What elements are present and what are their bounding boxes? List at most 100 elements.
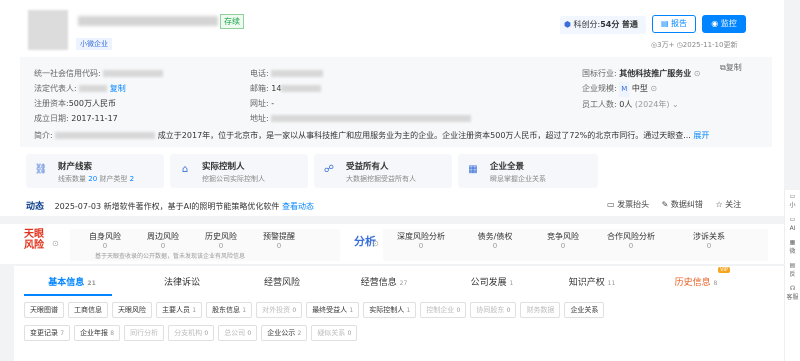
email-value[interactable] (281, 85, 322, 92)
nav-chip[interactable]: 控制企业 0 (420, 302, 467, 318)
credit-code-label: 统一社会信用代码: (34, 69, 101, 78)
chip-label: 工商信息 (74, 306, 102, 314)
nav-chip[interactable]: 企业公示 2 (261, 325, 308, 341)
tab-count: 27 (399, 280, 408, 287)
feature-card[interactable]: ▦ 企业全景 瞬息掌握企业关系 (458, 154, 598, 188)
feature-icon: ☍ (323, 164, 335, 175)
risk-item[interactable]: 历史风险 0 (194, 231, 248, 250)
feature-card[interactable]: ☍ 受益所有人 大数据挖掘受益所有人 (314, 154, 452, 188)
nav-chip[interactable]: 财务数据 (520, 302, 561, 318)
analysis-item[interactable]: 涉诉关系 0 (676, 231, 742, 250)
nav-chip[interactable]: 主要人员 1 (156, 302, 203, 318)
company-tag[interactable]: 小微企业 (76, 38, 112, 50)
nav-chip[interactable]: 协同股东 0 (470, 302, 517, 318)
risk-item[interactable]: 周边风险 0 (136, 231, 190, 250)
capital-value: 500万人民币 (68, 99, 116, 108)
tab[interactable]: 经营信息 27 (336, 275, 432, 288)
copy-all[interactable]: ⧉复制 (720, 62, 742, 73)
nav-chip[interactable]: 天眼风险 (112, 302, 152, 318)
follow-label: 关注 (725, 200, 742, 209)
nav-chip[interactable]: 对外投资 0 (256, 302, 303, 318)
nav-chip[interactable]: 最终受益人 1 (306, 302, 360, 318)
nav-chip[interactable]: 天眼图谱 (24, 302, 64, 318)
risk-item-value: 0 (218, 242, 224, 250)
nav-chip[interactable]: 工商信息 (68, 302, 108, 318)
follow-link[interactable]: ☆ 关注 (715, 200, 741, 209)
help-icon[interactable]: ⊙ (372, 239, 379, 248)
risk-brand-1: 天眼 (24, 229, 44, 240)
monitor-button[interactable]: ◉ 监控 (702, 15, 746, 33)
sidebar-icon[interactable]: ☊ (785, 284, 800, 293)
industry-value: 其他科技推广服务业 (619, 69, 692, 78)
intro-label: 简介: (34, 131, 53, 140)
sidebar-label: 小 (789, 202, 796, 209)
monitor-icon: ◉ (711, 19, 719, 28)
nav-chip[interactable]: 总公司 0 (218, 325, 258, 341)
feature-card[interactable]: ⌂ 实际控制人 挖掘公司实际控制人 (170, 154, 308, 188)
email-label: 邮箱: (250, 84, 269, 93)
tab-count: 21 (87, 280, 96, 287)
sidebar-icon[interactable]: ▭ (785, 192, 800, 201)
nav-chip[interactable]: 疑似关系 0 (311, 325, 358, 341)
score-box[interactable]: ⬢ 科创分:54分 普通 (560, 16, 646, 34)
tab[interactable]: 知识产权 11 (544, 275, 640, 288)
edit-icon: ✎ (661, 200, 669, 209)
copy-legal-rep[interactable]: 复制 (110, 84, 126, 93)
feature-card[interactable]: ⛓ 财产线索 线索数量 20 财产类型 2 (26, 154, 164, 188)
tab-bar: 基本信息 21 法律诉讼 经营风险 经营信息 27 公司发展 1 知识产权 11 历史信… (14, 266, 784, 296)
tab-label: 基本信息 (48, 278, 85, 288)
chip-label: 天眼图谱 (30, 306, 58, 314)
update-time: 2025-11-10更新 (682, 41, 738, 49)
tab[interactable]: 法律诉讼 (134, 275, 230, 288)
nav-chip[interactable]: 实际控制人 1 (363, 302, 417, 318)
chevron-down-icon[interactable]: ⌄ (672, 100, 679, 109)
sidebar-label: 反 (789, 271, 796, 278)
nav-chip[interactable]: 分支机构 0 (168, 325, 215, 341)
sidebar-label: AI (789, 225, 796, 232)
capital-label: 注册资本: (34, 99, 69, 108)
report-button[interactable]: ▤ 报告 (652, 15, 696, 33)
chip-count: 0 (506, 307, 511, 314)
correct-link[interactable]: ✎ 数据纠错 (662, 200, 703, 209)
nav-chip[interactable]: 企业年报 8 (74, 325, 121, 341)
expand-link[interactable]: 展开 (693, 131, 709, 140)
tab-label: 历史信息 (674, 278, 711, 288)
sidebar-icon[interactable]: ▤ (785, 261, 800, 270)
info-col1: 统一社会信用代码: 法定代表人: 复制 注册资本:500万人民币 成立日期: 2… (34, 66, 164, 126)
nav-chip[interactable]: 变更记录 7 (24, 325, 71, 341)
help-icon[interactable]: ⊙ (650, 84, 657, 93)
chip-label: 主要人员 (162, 306, 190, 314)
nav-chip[interactable]: 股东信息 1 (206, 302, 253, 318)
help-icon[interactable]: ⊙ (694, 69, 701, 78)
tab[interactable]: 公司发展 1 (444, 275, 540, 288)
view-dynamic-link[interactable]: 查看动态 (282, 202, 314, 211)
risk-item[interactable]: 预警提醒 0 (252, 231, 306, 250)
analysis-item[interactable]: 深度风险分析 0 (388, 231, 454, 250)
nav-chip[interactable]: 企业关系 (564, 302, 605, 318)
analysis-item[interactable]: 竞争风险 0 (530, 231, 596, 250)
tab-count: 11 (607, 280, 616, 287)
star-icon: ☆ (715, 200, 723, 209)
analysis-item[interactable]: 债务/债权 0 (462, 231, 528, 250)
risk-brand-2: 风险 (24, 240, 44, 251)
feature-title: 财产线索 (58, 162, 93, 172)
tab[interactable]: 基本信息 21 (24, 275, 120, 288)
status-badge: 存续 (220, 14, 244, 29)
correct-label: 数据纠错 (670, 200, 703, 209)
tab[interactable]: 历史信息 8 VIP (648, 267, 744, 288)
website-value: - (271, 99, 275, 108)
help-icon[interactable]: ⊙ (52, 239, 59, 248)
invoice-link[interactable]: ▭ 发票抬头 (607, 200, 649, 209)
chip-label: 总公司 (224, 329, 246, 337)
analysis-item[interactable]: 合作风险分析 0 (598, 231, 664, 250)
industry-label: 国标行业: (582, 69, 617, 78)
chip-label: 财务数据 (526, 306, 555, 314)
analysis-item-value: 0 (706, 242, 712, 250)
sidebar-icon[interactable]: ▦ (785, 238, 800, 247)
tianyan-risk-logo: 天眼 风险 (24, 229, 44, 251)
risk-item[interactable]: 自身风险 0 (78, 231, 132, 250)
sidebar-icon[interactable]: ▭ (785, 215, 800, 224)
nav-chip[interactable]: 同行分析 (124, 325, 165, 341)
tab[interactable]: 经营风险 (234, 275, 330, 288)
legal-rep-value[interactable] (79, 85, 108, 92)
